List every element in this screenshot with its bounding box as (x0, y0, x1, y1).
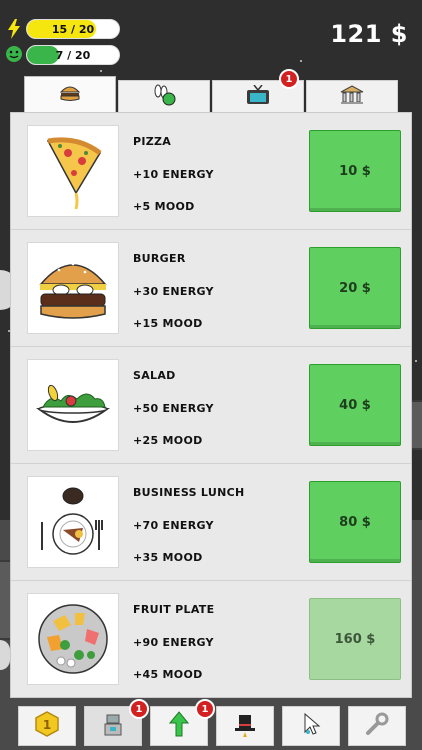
business-lunch-icon (27, 476, 119, 568)
item-name: BUSINESS LUNCH (133, 486, 245, 499)
item-energy: +70 ENERGY (133, 519, 214, 532)
tab-bank[interactable] (306, 80, 398, 112)
tv-icon (246, 84, 270, 109)
mood-bar: 7 / 20 (26, 45, 120, 65)
energy-value: 15 / 20 (51, 23, 95, 36)
item-mood: +45 MOOD (133, 668, 203, 681)
tab-tv[interactable]: 1 (212, 69, 304, 112)
money-balance: 121 $ (330, 20, 408, 48)
tab-bowling[interactable] (118, 80, 210, 112)
robot-button[interactable]: 1 (84, 699, 149, 746)
item-name: BURGER (133, 252, 186, 265)
star (415, 360, 417, 362)
cursor-button[interactable] (282, 706, 340, 746)
mood-value: 7 / 20 (55, 49, 91, 62)
upgrade-badge: 1 (195, 699, 215, 719)
item-energy: +10 ENERGY (133, 168, 214, 181)
buy-pizza-button[interactable]: 10 $ (309, 130, 401, 212)
coin-button[interactable]: 1 (18, 706, 76, 746)
item-mood: +25 MOOD (133, 434, 203, 447)
coin-icon: 1 (34, 711, 60, 741)
wrench-icon (365, 712, 389, 740)
burger-icon (59, 84, 81, 106)
shop-item-business-lunch: BUSINESS LUNCH +70 ENERGY +35 MOOD 80 $ (11, 464, 411, 581)
item-energy: +30 ENERGY (133, 285, 214, 298)
item-mood: +35 MOOD (133, 551, 203, 564)
up-arrow-icon (168, 711, 190, 741)
salad-icon (27, 359, 119, 451)
tab-food[interactable] (24, 76, 116, 112)
buy-fruit-plate-button[interactable]: 160 $ (309, 598, 401, 680)
item-energy: +50 ENERGY (133, 402, 214, 415)
item-energy: +90 ENERGY (133, 636, 214, 649)
star (300, 60, 302, 62)
shop-item-salad: SALAD +50 ENERGY +25 MOOD 40 $ (11, 347, 411, 464)
smiley-icon (5, 45, 23, 63)
star (100, 70, 102, 72)
bank-icon (340, 84, 364, 109)
magic-button[interactable] (216, 706, 274, 746)
wrench-button[interactable] (348, 706, 406, 746)
lightning-icon (4, 19, 24, 39)
shop-item-burger: BURGER +30 ENERGY +15 MOOD 20 $ (11, 230, 411, 347)
magic-hat-icon (233, 711, 257, 741)
shop-panel: PIZZA +10 ENERGY +5 MOOD 10 $ BURGER +30… (10, 112, 412, 698)
tv-badge: 1 (279, 69, 299, 89)
item-mood: +5 MOOD (133, 200, 195, 213)
buy-burger-button[interactable]: 20 $ (309, 247, 401, 329)
shop-item-fruit-plate: FRUIT PLATE +90 ENERGY +45 MOOD 160 $ (11, 581, 411, 697)
item-name: SALAD (133, 369, 176, 382)
bowling-icon (151, 84, 177, 110)
shop-tabs: 1 (24, 69, 398, 112)
item-mood: +15 MOOD (133, 317, 203, 330)
shop-item-pizza: PIZZA +10 ENERGY +5 MOOD 10 $ (11, 113, 411, 230)
robot-badge: 1 (129, 699, 149, 719)
buy-salad-button[interactable]: 40 $ (309, 364, 401, 446)
burger-icon (27, 242, 119, 334)
cursor-icon (301, 712, 321, 740)
item-name: PIZZA (133, 135, 172, 148)
item-name: FRUIT PLATE (133, 603, 215, 616)
robot-icon (103, 711, 123, 741)
buy-business-lunch-button[interactable]: 80 $ (309, 481, 401, 563)
upgrade-button[interactable]: 1 (150, 699, 215, 746)
energy-bar: 15 / 20 (26, 19, 120, 39)
bottom-toolbar: 1 1 1 (0, 699, 422, 750)
pizza-icon (27, 125, 119, 217)
fruit-plate-icon (27, 593, 119, 685)
svg-text:1: 1 (43, 718, 51, 732)
